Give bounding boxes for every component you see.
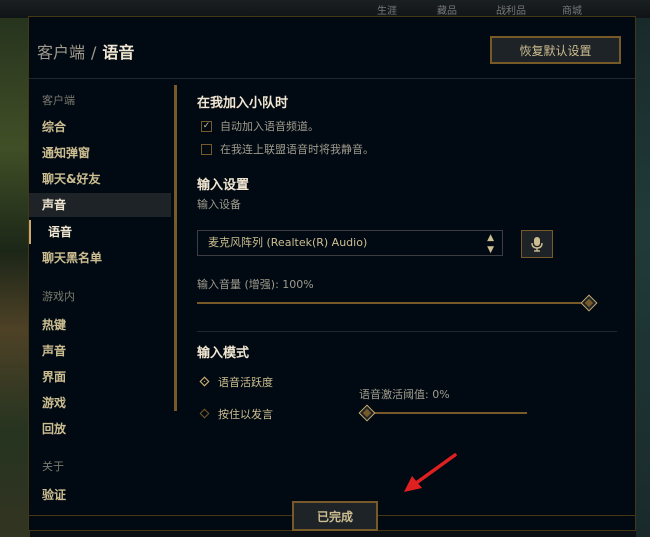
sidebar-scrollbar[interactable] [174,85,177,411]
sidebar-header-about: 关于 [42,460,64,473]
party-section-title: 在我加入小队时 [197,96,289,111]
sidebar-item-voice[interactable]: 语音 [29,220,171,244]
sidebar-item-general[interactable]: 综合 [29,115,171,139]
activation-threshold-label: 语音激活阈值: 0% [359,388,450,401]
nav-item-store: 商城 [562,6,582,17]
mute-on-join-checkbox[interactable]: 在我连上联盟语音时将我静音。 [201,141,374,157]
sidebar-header-client: 客户端 [42,94,75,107]
page-title: 语音 [102,43,135,62]
voice-activity-label: 语音活跃度 [218,376,273,389]
select-updown-icon: ▲ ▼ [487,233,494,255]
sidebar-item-chat-blocklist[interactable]: 聊天黑名单 [29,246,171,270]
nav-item-collection: 藏品 [437,6,457,17]
settings-modal: 客户端 / 语音 恢复默认设置 客户端 综合 通知弹窗 聊天&好友 声音 语音 聊天… [28,16,636,531]
nav-item-career: 生涯 [377,6,397,17]
content-divider [197,331,617,332]
sidebar-header-in-game: 游戏内 [42,290,75,303]
radio-selected-icon [199,376,210,387]
auto-join-voice-label: 自动加入语音频道。 [220,120,319,133]
sidebar-item-hotkeys[interactable]: 热键 [29,313,171,337]
breadcrumb-separator: / [91,43,97,62]
breadcrumb: 客户端 / 语音 [37,39,134,63]
annotation-arrow-icon [404,453,457,492]
input-volume-slider-thumb[interactable] [580,294,598,312]
background-right-art [636,18,650,537]
restore-defaults-button[interactable]: 恢复默认设置 [490,36,621,64]
sidebar-item-verification[interactable]: 验证 [29,483,171,507]
breadcrumb-parent: 客户端 [37,43,86,62]
activation-threshold-slider-thumb[interactable] [358,404,376,422]
sidebar-item-notifications[interactable]: 通知弹窗 [29,141,171,165]
background-left-art [0,18,30,537]
header-divider [29,78,635,79]
nav-item-loot: 战利品 [496,6,526,17]
checkbox-checked-icon: ✓ [201,120,212,132]
mode-section-title: 输入模式 [197,346,250,361]
auto-join-voice-checkbox[interactable]: ✓ 自动加入语音频道。 [201,118,319,134]
sidebar-item-game[interactable]: 游戏 [29,391,171,415]
voice-activity-radio[interactable]: 语音活跃度 [199,374,273,390]
activation-threshold-slider[interactable] [367,412,527,414]
checkbox-unchecked-icon [201,143,212,155]
push-to-talk-label: 按住以发言 [218,408,273,421]
input-device-value: 麦克风阵列 (Realtek(R) Audio) [208,236,368,249]
push-to-talk-radio[interactable]: 按住以发言 [199,406,273,422]
sidebar-item-interface[interactable]: 界面 [29,365,171,389]
sidebar-item-replays[interactable]: 回放 [29,417,171,441]
done-button[interactable]: 已完成 [292,501,378,531]
radio-unselected-icon [199,408,210,419]
sidebar-item-sound[interactable]: 声音 [29,193,171,217]
sidebar-item-game-sound[interactable]: 声音 [29,339,171,363]
input-device-label: 输入设备 [197,198,241,211]
mute-on-join-label: 在我连上联盟语音时将我静音。 [220,143,374,156]
input-volume-label: 输入音量 (增强): 100% [197,278,314,291]
mic-test-button[interactable] [521,230,553,258]
microphone-icon [531,237,543,252]
input-volume-slider[interactable] [197,302,589,304]
sidebar-item-chat-friends[interactable]: 聊天&好友 [29,167,171,191]
input-section-title: 输入设置 [197,178,250,193]
input-device-select[interactable]: 麦克风阵列 (Realtek(R) Audio) ▲ ▼ [197,230,503,256]
